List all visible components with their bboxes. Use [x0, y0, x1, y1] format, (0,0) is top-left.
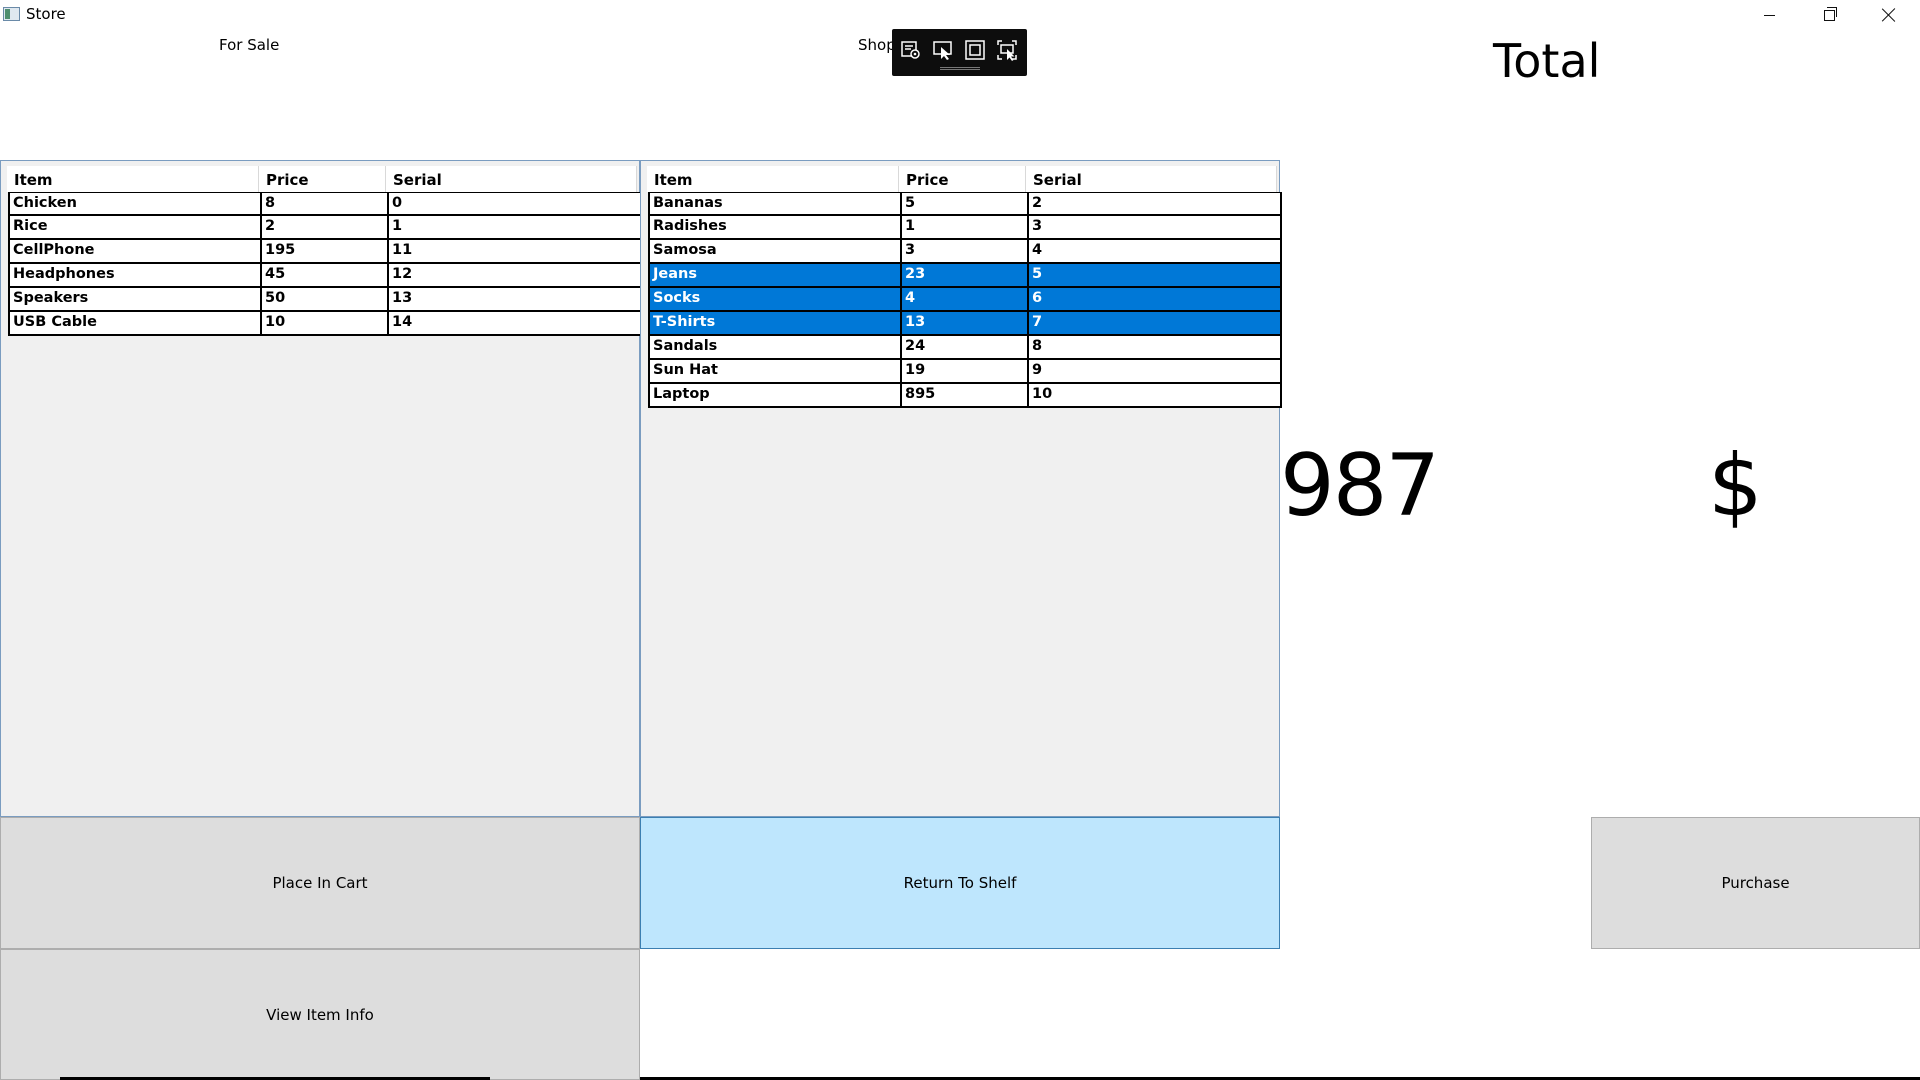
total-amount: 987 — [1280, 436, 1440, 536]
table-row[interactable]: Sun Hat 19 9 — [648, 360, 1282, 384]
shop-grid-body: Bananas 5 2 Radishes 1 3 Samosa 3 4 Jeans 23 5 Socks… — [648, 192, 1282, 408]
item-cell[interactable]: Sun Hat — [650, 360, 902, 382]
serial-cell[interactable]: 3 — [1029, 216, 1280, 238]
currency-symbol: $ — [1708, 436, 1763, 536]
column-header-item[interactable]: Item — [7, 166, 259, 192]
shop-grid[interactable]: Item Price Serial Bananas 5 2 Radishes 1 3 Sam… — [640, 160, 1282, 817]
shop-grid-header: Item Price Serial — [647, 166, 1277, 192]
shop-label: Shop — [858, 36, 896, 54]
app-icon — [3, 7, 20, 21]
serial-cell[interactable]: 6 — [1029, 288, 1280, 310]
serial-cell[interactable]: 11 — [389, 240, 640, 262]
close-button[interactable] — [1860, 0, 1918, 30]
item-cell[interactable]: Laptop — [650, 384, 902, 406]
item-cell[interactable]: Sandals — [650, 336, 902, 358]
price-cell[interactable]: 19 — [902, 360, 1029, 382]
item-cell[interactable]: Samosa — [650, 240, 902, 262]
for-sale-grid[interactable]: Item Price Serial Chicken 8 0 Rice 2 1 CellPho… — [0, 160, 642, 817]
table-row[interactable]: Jeans 23 5 — [648, 264, 1282, 288]
column-header-serial[interactable]: Serial — [386, 166, 637, 192]
column-header-serial[interactable]: Serial — [1026, 166, 1277, 192]
serial-cell[interactable]: 1 — [389, 216, 640, 238]
price-cell[interactable]: 45 — [262, 264, 389, 286]
column-header-price[interactable]: Price — [259, 166, 386, 192]
close-icon — [1882, 8, 1896, 22]
price-cell[interactable]: 23 — [902, 264, 1029, 286]
toolbar-grip[interactable] — [940, 67, 980, 70]
table-row[interactable]: Rice 2 1 — [8, 216, 642, 240]
restore-icon — [1823, 6, 1837, 21]
table-row[interactable]: Chicken 8 0 — [8, 192, 642, 216]
price-cell[interactable]: 195 — [262, 240, 389, 262]
store-window: Store For Sale Shop Total 987 $ Item Pri… — [0, 0, 1920, 1080]
item-cell[interactable]: Socks — [650, 288, 902, 310]
place-in-cart-button[interactable]: Place In Cart — [0, 817, 640, 949]
table-row[interactable]: T-Shirts 13 7 — [648, 312, 1282, 336]
table-row[interactable]: Speakers 50 13 — [8, 288, 642, 312]
serial-cell[interactable]: 4 — [1029, 240, 1280, 262]
table-row[interactable]: Radishes 1 3 — [648, 216, 1282, 240]
table-row[interactable]: Sandals 24 8 — [648, 336, 1282, 360]
live-visual-tree-icon[interactable] — [898, 38, 924, 62]
display-layout-adorners-icon[interactable] — [962, 38, 988, 62]
price-cell[interactable]: 5 — [902, 193, 1029, 215]
return-to-shelf-button[interactable]: Return To Shelf — [640, 817, 1280, 949]
table-row[interactable]: Laptop 895 10 — [648, 384, 1282, 408]
serial-cell[interactable]: 9 — [1029, 360, 1280, 382]
price-cell[interactable]: 895 — [902, 384, 1029, 406]
serial-cell[interactable]: 7 — [1029, 312, 1280, 334]
item-cell[interactable]: USB Cable — [10, 312, 262, 334]
item-cell[interactable]: Speakers — [10, 288, 262, 310]
restore-button[interactable] — [1800, 0, 1858, 30]
debug-toolbar — [892, 29, 1027, 76]
minimize-icon — [1763, 14, 1775, 16]
for-sale-grid-header: Item Price Serial — [7, 166, 637, 192]
serial-cell[interactable]: 5 — [1029, 264, 1280, 286]
serial-cell[interactable]: 0 — [389, 193, 640, 215]
serial-cell[interactable]: 13 — [389, 288, 640, 310]
table-row[interactable]: Samosa 3 4 — [648, 240, 1282, 264]
price-cell[interactable]: 2 — [262, 216, 389, 238]
track-focus-icon[interactable] — [994, 38, 1020, 62]
table-row[interactable]: Bananas 5 2 — [648, 192, 1282, 216]
price-cell[interactable]: 8 — [262, 193, 389, 215]
table-row[interactable]: Socks 4 6 — [648, 288, 1282, 312]
view-item-info-button[interactable]: View Item Info — [0, 949, 640, 1080]
title-bar[interactable]: Store — [0, 0, 1920, 30]
column-header-price[interactable]: Price — [899, 166, 1026, 192]
for-sale-grid-body: Chicken 8 0 Rice 2 1 CellPhone 195 11 Headphones 4… — [8, 192, 642, 336]
price-cell[interactable]: 3 — [902, 240, 1029, 262]
serial-cell[interactable]: 10 — [1029, 384, 1280, 406]
serial-cell[interactable]: 2 — [1029, 193, 1280, 215]
price-cell[interactable]: 50 — [262, 288, 389, 310]
item-cell[interactable]: Bananas — [650, 193, 902, 215]
minimize-button[interactable] — [1740, 0, 1798, 30]
item-cell[interactable]: Chicken — [10, 193, 262, 215]
serial-cell[interactable]: 14 — [389, 312, 640, 334]
for-sale-label: For Sale — [219, 36, 280, 54]
table-row[interactable]: USB Cable 10 14 — [8, 312, 642, 336]
item-cell[interactable]: T-Shirts — [650, 312, 902, 334]
select-element-icon[interactable] — [930, 38, 956, 62]
purchase-button[interactable]: Purchase — [1591, 817, 1920, 949]
price-cell[interactable]: 10 — [262, 312, 389, 334]
price-cell[interactable]: 1 — [902, 216, 1029, 238]
item-cell[interactable]: Rice — [10, 216, 262, 238]
column-header-item[interactable]: Item — [647, 166, 899, 192]
price-cell[interactable]: 4 — [902, 288, 1029, 310]
price-cell[interactable]: 13 — [902, 312, 1029, 334]
serial-cell[interactable]: 8 — [1029, 336, 1280, 358]
table-row[interactable]: Headphones 45 12 — [8, 264, 642, 288]
item-cell[interactable]: CellPhone — [10, 240, 262, 262]
total-label: Total — [1493, 34, 1601, 88]
window-title: Store — [26, 5, 66, 23]
item-cell[interactable]: Headphones — [10, 264, 262, 286]
serial-cell[interactable]: 12 — [389, 264, 640, 286]
item-cell[interactable]: Jeans — [650, 264, 902, 286]
item-cell[interactable]: Radishes — [650, 216, 902, 238]
price-cell[interactable]: 24 — [902, 336, 1029, 358]
table-row[interactable]: CellPhone 195 11 — [8, 240, 642, 264]
